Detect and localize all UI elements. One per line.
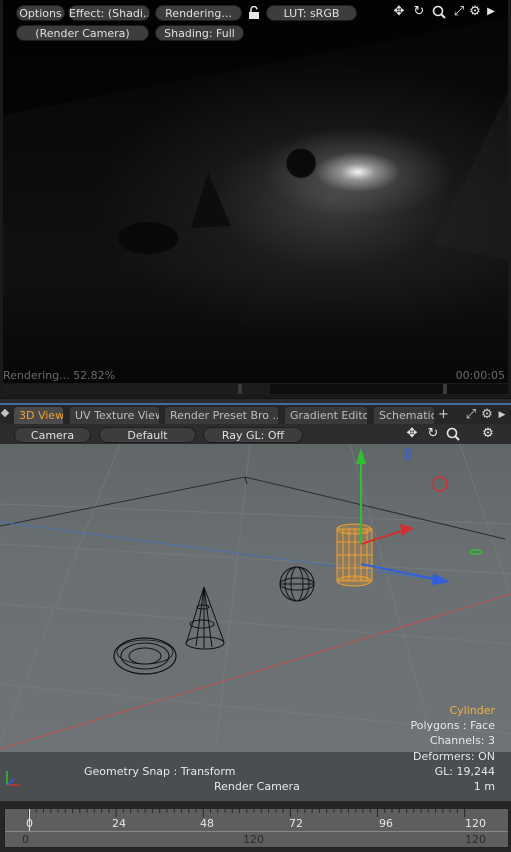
playhead[interactable] <box>29 809 30 831</box>
transform-gizmo[interactable] <box>356 448 483 585</box>
tab-uv-texture-view[interactable]: UV Texture View <box>70 407 159 424</box>
arrow-right-icon[interactable]: ▶ <box>484 5 498 19</box>
default-dropdown[interactable]: Default <box>99 427 196 443</box>
scene-end-label: 120 <box>465 833 486 846</box>
frame-label: 96 <box>379 817 393 830</box>
frame-label: 24 <box>112 817 126 830</box>
progress-marker <box>238 384 242 394</box>
range-end-label: 120 <box>243 833 264 846</box>
channels-info: Channels: 3 <box>429 734 495 747</box>
frame-label: 48 <box>200 817 214 830</box>
tab-gradient-editor[interactable]: Gradient Editor <box>285 407 367 424</box>
torus-shape <box>118 222 178 254</box>
gl-info: GL: 19,244 <box>434 765 495 778</box>
range-start-label: 0 <box>22 833 29 846</box>
lut-dropdown[interactable]: LUT: sRGB <box>266 5 357 21</box>
arrow-right-icon[interactable]: ▶ <box>495 408 509 422</box>
geometry-snap-label: Geometry Snap : Transform <box>84 765 236 778</box>
ruler-divider <box>5 831 508 832</box>
3d-viewport[interactable]: Cylinder Polygons : Face Channels: 3 <box>0 444 511 801</box>
render-progress-bar <box>3 384 508 394</box>
render-scene <box>3 0 508 260</box>
render-panel: Options Effect: (Shadi... Rendering... L… <box>0 0 511 399</box>
shading-dropdown[interactable]: Shading: Full <box>155 25 244 41</box>
viewport-scene <box>0 444 511 801</box>
tab-bar: 3D View UV Texture View Render Preset Br… <box>0 403 511 425</box>
tab-3d-view[interactable]: 3D View <box>14 407 63 424</box>
rotate-icon[interactable]: ↻ <box>426 427 440 441</box>
gear-icon[interactable]: ⚙ <box>468 5 482 19</box>
render-progress-fill <box>3 384 270 394</box>
view-toolbar: Camera Default Ray GL: Off ✥ ↻ ⚙ <box>0 424 511 444</box>
zoom-icon[interactable] <box>446 427 460 441</box>
sphere-shape <box>285 147 317 179</box>
raygl-dropdown[interactable]: Ray GL: Off <box>203 427 303 443</box>
lock-icon[interactable] <box>247 5 261 20</box>
zoom-icon[interactable] <box>432 5 446 19</box>
render-elapsed-time: 00:00:05 <box>455 369 505 382</box>
rotate-icon[interactable]: ↻ <box>412 5 426 19</box>
maximize-icon[interactable]: ⤢ <box>452 5 466 19</box>
panel-collapse-icon[interactable] <box>0 408 10 418</box>
render-status-text: Rendering... 52.82% <box>3 369 116 382</box>
render-preview[interactable] <box>3 0 508 383</box>
move-icon[interactable]: ✥ <box>392 5 406 19</box>
add-tab-button[interactable]: + <box>438 407 449 422</box>
axis-indicator-icon <box>6 771 19 786</box>
scale-info: 1 m <box>473 780 495 793</box>
selected-item-label: Cylinder <box>449 704 495 717</box>
timeline-ruler[interactable]: 0 24 48 72 96 120 0 120 120 <box>4 808 509 848</box>
options-button[interactable]: Options <box>16 5 65 21</box>
cylinder-mesh[interactable] <box>336 523 373 587</box>
camera-dropdown[interactable]: Camera <box>14 427 91 443</box>
deformers-info: Deformers: ON <box>413 750 495 763</box>
viewport-footer: Deformers: ON GL: 19,244 1 m Geometry Sn… <box>0 750 511 801</box>
gear-icon[interactable]: ⚙ <box>480 408 494 422</box>
sphere-mesh[interactable] <box>279 566 315 602</box>
frame-label: 72 <box>289 817 303 830</box>
progress-marker <box>443 384 447 394</box>
cone-shape <box>191 172 231 228</box>
maximize-icon[interactable]: ⤢ <box>464 408 478 422</box>
tab-schematic[interactable]: Schematic <box>374 407 434 424</box>
cone-mesh[interactable] <box>185 586 225 650</box>
render-camera-dropdown[interactable]: (Render Camera) <box>16 25 149 41</box>
frame-label: 120 <box>465 817 486 830</box>
polygons-info: Polygons : Face <box>410 719 495 732</box>
effect-dropdown[interactable]: Effect: (Shadi... <box>68 5 150 21</box>
gear-icon[interactable]: ⚙ <box>481 427 495 441</box>
viewport-camera-label: Render Camera <box>214 780 300 793</box>
tab-render-preset-browser[interactable]: Render Preset Bro ... <box>165 407 278 424</box>
torus-mesh[interactable] <box>113 637 177 675</box>
move-icon[interactable]: ✥ <box>405 427 419 441</box>
rendering-dropdown[interactable]: Rendering... <box>155 5 242 21</box>
